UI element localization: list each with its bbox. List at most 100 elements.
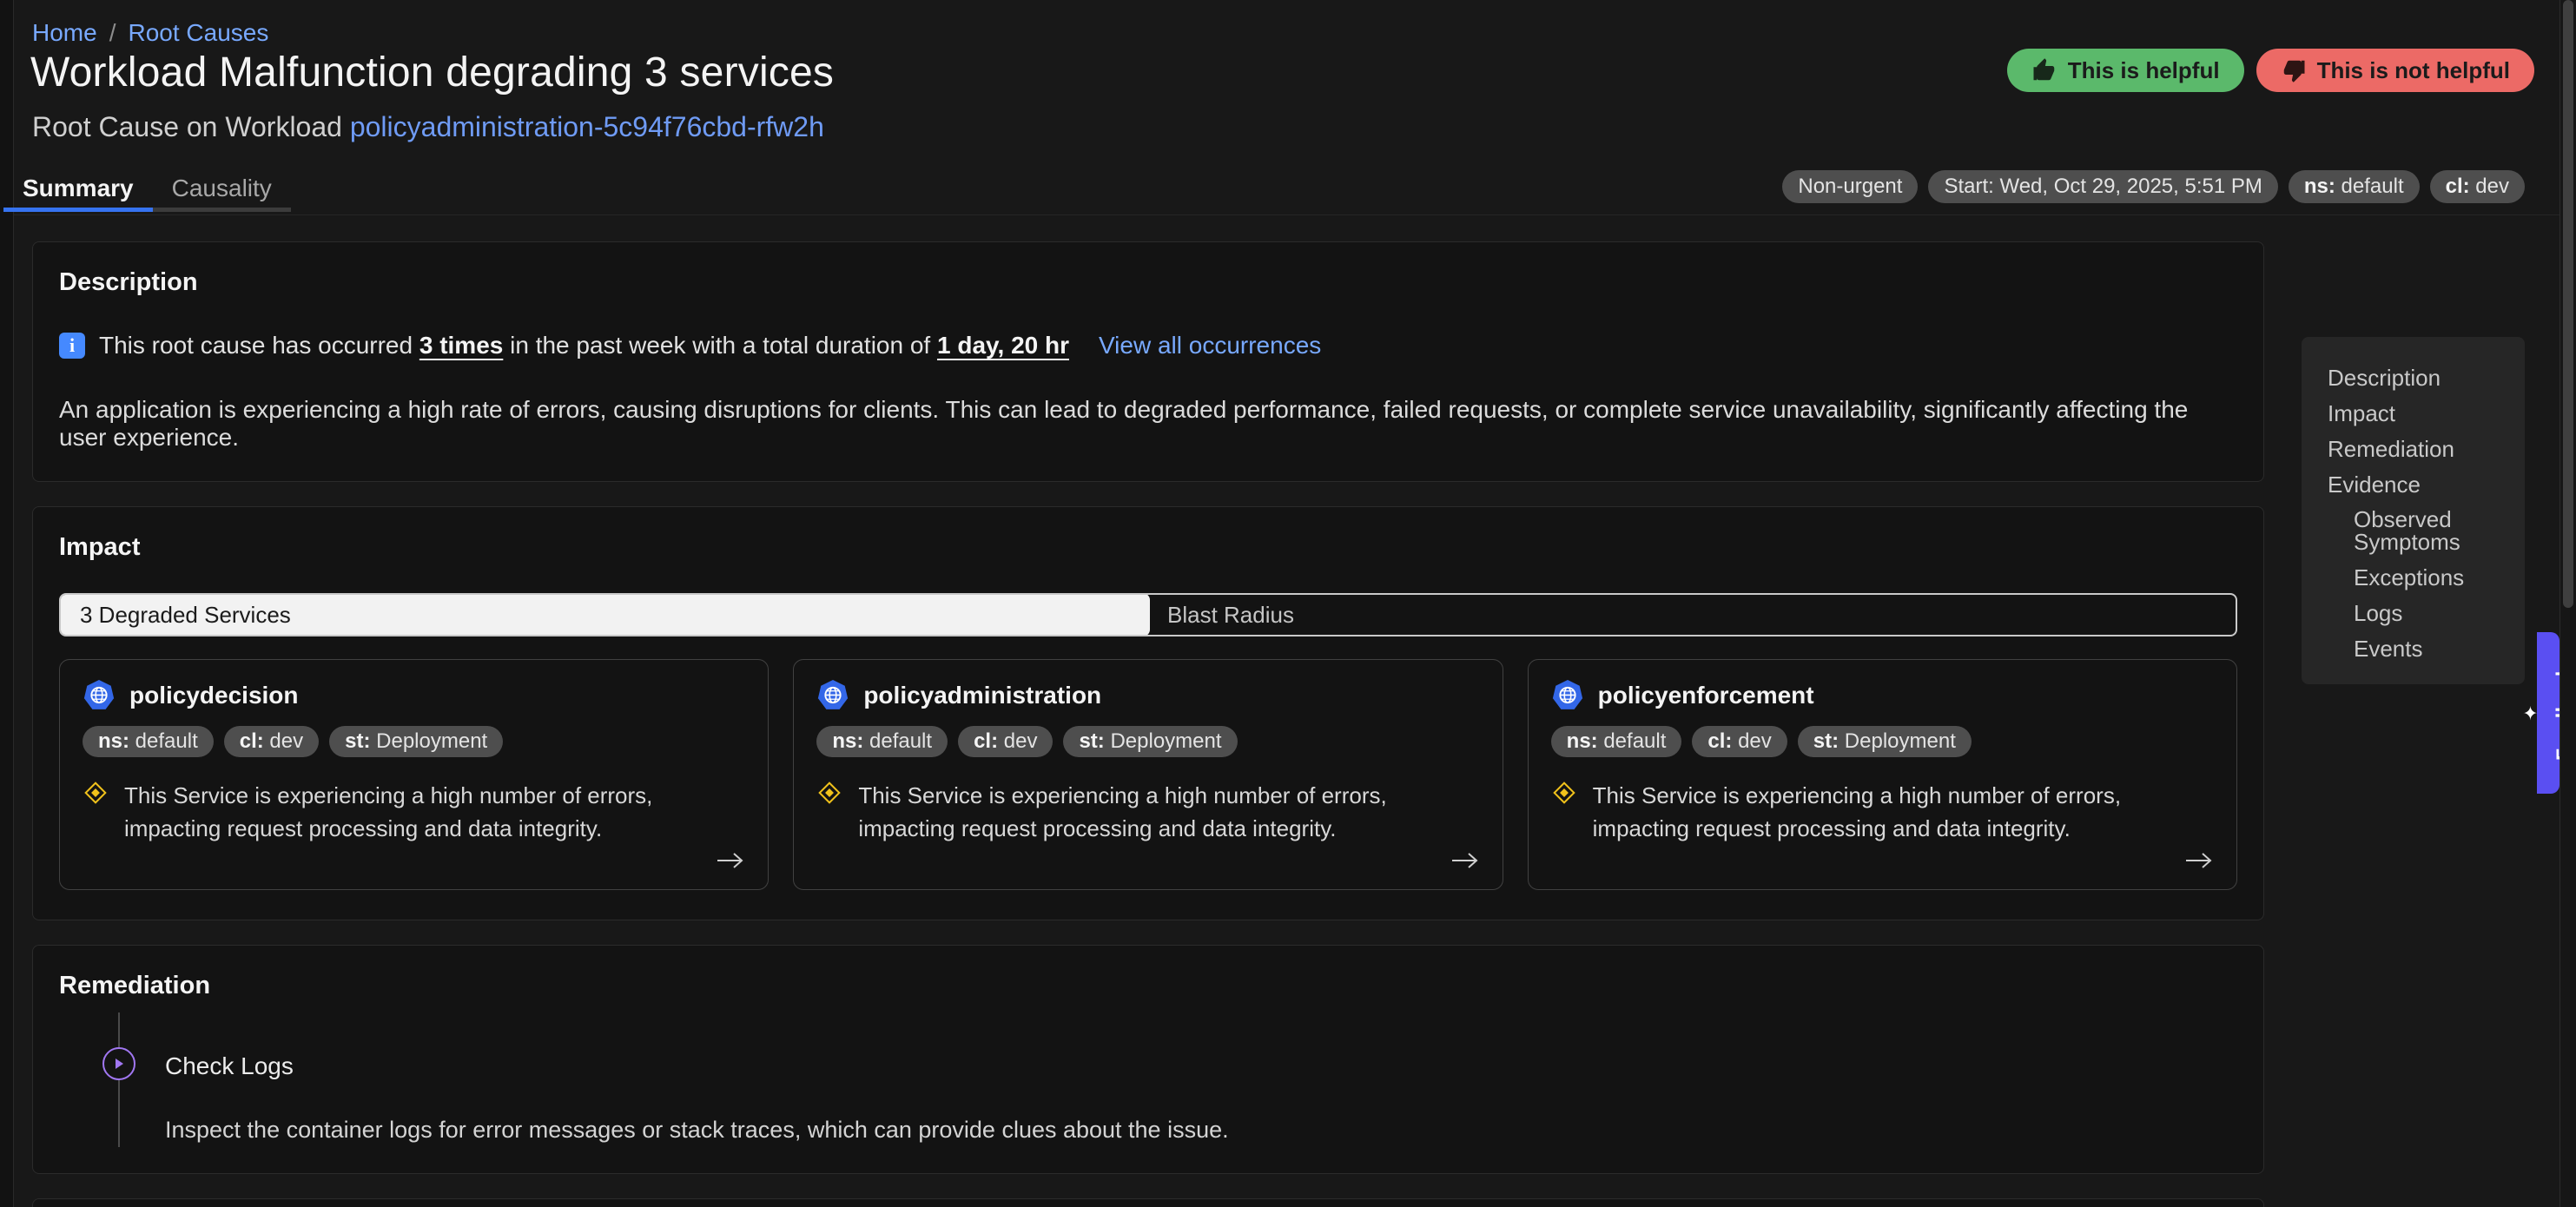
not-helpful-button-label: This is not helpful — [2317, 57, 2510, 84]
ns-badge: ns: default — [1551, 726, 1682, 757]
ns-key: ns: — [98, 729, 129, 753]
ns-badge: ns: default — [83, 726, 214, 757]
service-card-policyadministration[interactable]: policyadministration ns: default cl: dev… — [793, 659, 1503, 890]
arrow-right-icon[interactable] — [1450, 850, 1480, 875]
ns-value: default — [135, 729, 198, 753]
service-card-policyenforcement[interactable]: policyenforcement ns: default cl: dev st… — [1528, 659, 2237, 890]
cl-key: cl: — [240, 729, 264, 753]
st-value: Deployment — [376, 729, 487, 753]
cl-key: cl: — [1707, 729, 1732, 753]
ns-key: ns: — [1567, 729, 1598, 753]
cl-badge: cl: dev — [1692, 726, 1787, 757]
info-icon: i — [59, 333, 85, 359]
ns-value: default — [869, 729, 932, 753]
thumbs-up-icon — [2031, 57, 2057, 83]
not-helpful-button[interactable]: This is not helpful — [2256, 49, 2534, 92]
namespace-badge: ns: default — [2289, 170, 2420, 203]
service-description: This Service is experiencing a high numb… — [1593, 780, 2201, 845]
service-card-policydecision[interactable]: policydecision ns: default cl: dev st: D… — [59, 659, 769, 890]
st-key: st: — [1813, 729, 1839, 753]
toc-item-exceptions[interactable]: Exceptions — [2302, 566, 2525, 589]
workload-link[interactable]: policyadministration-5c94f76cbd-rfw2h — [350, 111, 824, 142]
step-description: Inspect the container logs for error mes… — [165, 1117, 2237, 1144]
start-time-badge: Start: Wed, Oct 29, 2025, 5:51 PM — [1928, 170, 2277, 203]
service-badges: ns: default cl: dev st: Deployment — [1551, 726, 2214, 757]
tab-bar: Summary Causality — [3, 168, 291, 212]
st-key: st: — [345, 729, 370, 753]
st-badge: st: Deployment — [1063, 726, 1237, 757]
occurrence-middle: in the past week with a total duration o… — [510, 332, 930, 359]
cluster-key: cl: — [2446, 175, 2470, 198]
cl-badge: cl: dev — [958, 726, 1053, 757]
namespace-value: default — [2342, 175, 2404, 198]
play-step-icon[interactable] — [102, 1047, 135, 1080]
service-name: policyenforcement — [1598, 682, 1814, 709]
description-body: An application is experiencing a high ra… — [59, 396, 2237, 452]
st-badge: st: Deployment — [1798, 726, 1972, 757]
scrollbar-thumb[interactable] — [2563, 0, 2573, 608]
toc-item-logs[interactable]: Logs — [2302, 602, 2525, 624]
breadcrumb: Home / Root Causes — [32, 19, 268, 47]
cl-key: cl: — [974, 729, 998, 753]
main-content: Description i This root cause has occurr… — [32, 241, 2264, 1207]
page-toc: Description Impact Remediation Evidence … — [2302, 337, 2525, 684]
remediation-step: Check Logs Inspect the container logs fo… — [59, 1025, 2237, 1144]
occurrence-duration: 1 day, 20 hr — [937, 332, 1069, 359]
namespace-key: ns: — [2304, 175, 2335, 198]
meta-badges: Non-urgent Start: Wed, Oct 29, 2025, 5:5… — [1782, 170, 2525, 203]
st-value: Deployment — [1110, 729, 1221, 753]
degraded-services-tab[interactable]: 3 Degraded Services — [61, 595, 1148, 635]
toc-item-observed-symptoms[interactable]: Observed Symptoms — [2302, 508, 2525, 553]
st-value: Deployment — [1845, 729, 1956, 753]
feedback-side-tab[interactable]: ✦ Feedback — [2537, 632, 2559, 794]
helpful-button[interactable]: This is helpful — [2007, 49, 2244, 92]
remediation-section: Remediation Check Logs Inspect the conta… — [32, 945, 2264, 1174]
toc-item-events[interactable]: Events — [2302, 637, 2525, 660]
service-icon — [1551, 679, 1584, 712]
toc-item-remediation[interactable]: Remediation — [2302, 438, 2525, 460]
arrow-right-icon[interactable] — [2184, 850, 2214, 875]
arrow-right-icon[interactable] — [716, 850, 745, 875]
urgency-badge: Non-urgent — [1782, 170, 1918, 203]
breadcrumb-separator: / — [109, 19, 116, 47]
blast-radius-tab[interactable]: Blast Radius — [1148, 595, 2236, 635]
breadcrumb-root-causes-link[interactable]: Root Causes — [128, 19, 268, 47]
impact-segmented-control: 3 Degraded Services Blast Radius — [59, 593, 2237, 636]
service-icon — [816, 679, 849, 712]
evidence-section: Evidence 3 Observed Symptoms Service — [32, 1198, 2264, 1207]
toc-item-impact[interactable]: Impact — [2302, 402, 2525, 425]
vertical-scrollbar[interactable] — [2559, 0, 2576, 1207]
warning-icon — [83, 780, 109, 806]
page-subtitle: Root Cause on Workload policyadministrat… — [32, 111, 824, 143]
service-badges: ns: default cl: dev st: Deployment — [83, 726, 745, 757]
warning-icon — [1551, 780, 1577, 806]
tab-summary[interactable]: Summary — [3, 168, 153, 212]
ns-badge: ns: default — [816, 726, 948, 757]
service-icon — [83, 679, 116, 712]
impact-heading: Impact — [59, 533, 2237, 562]
description-section: Description i This root cause has occurr… — [32, 241, 2264, 482]
header-divider — [14, 214, 2559, 215]
toc-item-evidence[interactable]: Evidence — [2302, 473, 2525, 496]
service-description: This Service is experiencing a high numb… — [858, 780, 1466, 845]
view-all-occurrences-link[interactable]: View all occurrences — [1099, 332, 1321, 359]
impact-section: Impact 3 Degraded Services Blast Radius — [32, 506, 2264, 920]
occurrence-line: i This root cause has occurred 3 times i… — [59, 332, 2237, 359]
ns-key: ns: — [832, 729, 863, 753]
occurrence-text: This root cause has occurred 3 times in … — [99, 332, 1069, 359]
cl-badge: cl: dev — [224, 726, 319, 757]
tab-causality[interactable]: Causality — [153, 168, 291, 212]
remediation-heading: Remediation — [59, 972, 2237, 1000]
subtitle-prefix: Root Cause on Workload — [32, 111, 342, 142]
occurrence-prefix: This root cause has occurred — [99, 332, 413, 359]
service-name: policydecision — [129, 682, 299, 709]
breadcrumb-home-link[interactable]: Home — [32, 19, 97, 47]
toc-item-description[interactable]: Description — [2302, 366, 2525, 389]
cl-value: dev — [269, 729, 303, 753]
step-title: Check Logs — [165, 1025, 2237, 1080]
occurrence-count: 3 times — [419, 332, 504, 359]
service-cards-row: policydecision ns: default cl: dev st: D… — [59, 659, 2237, 890]
helpful-button-label: This is helpful — [2068, 57, 2220, 84]
cl-value: dev — [1738, 729, 1772, 753]
cluster-badge: cl: dev — [2430, 170, 2525, 203]
